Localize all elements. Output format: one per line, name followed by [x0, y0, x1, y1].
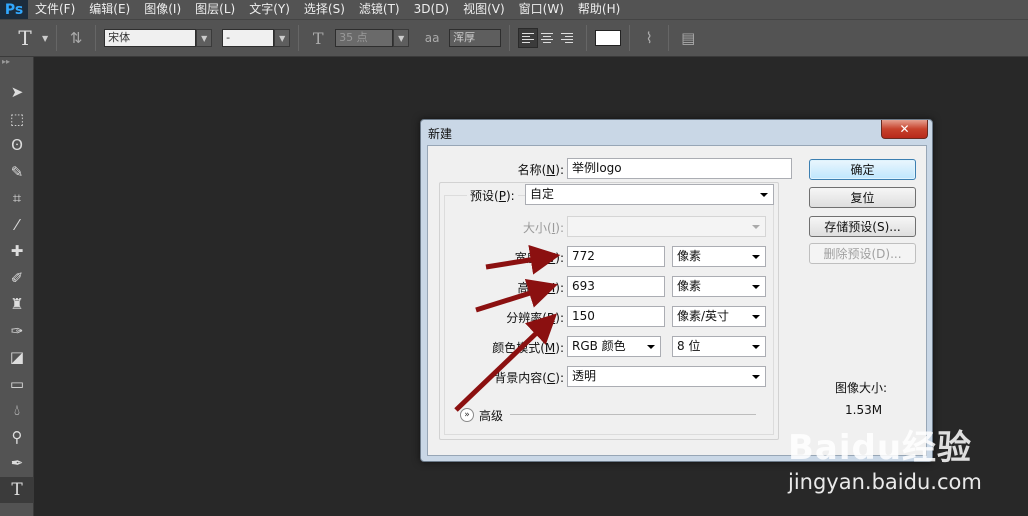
- crop-tool-icon[interactable]: ⌗: [0, 185, 34, 212]
- resolution-unit-select[interactable]: 像素/英寸: [672, 306, 766, 327]
- close-icon: ✕: [899, 122, 910, 136]
- advanced-divider: [510, 414, 756, 415]
- image-size-label: 图像大小:: [835, 381, 888, 395]
- reset-button[interactable]: 复位: [809, 187, 916, 208]
- menu-file[interactable]: 文件(F): [28, 0, 82, 19]
- menu-image[interactable]: 图像(I): [137, 0, 188, 19]
- eyedropper-tool-icon[interactable]: ⁄: [0, 212, 34, 239]
- menu-filter[interactable]: 滤镜(T): [352, 0, 407, 19]
- ok-button[interactable]: 确定: [809, 159, 916, 180]
- width-label: 宽度(W):: [514, 251, 564, 265]
- text-color-swatch[interactable]: [595, 30, 622, 46]
- color-mode-select[interactable]: RGB 颜色: [567, 336, 661, 357]
- align-right-button[interactable]: [558, 28, 578, 48]
- eraser-tool-icon[interactable]: ◪: [0, 344, 34, 371]
- baidu-watermark: Baidu经验 jingyan.baidu.com: [788, 420, 1018, 516]
- antialias-field[interactable]: 浑厚: [449, 29, 502, 47]
- font-size-field[interactable]: 35 点: [335, 29, 394, 47]
- menu-window[interactable]: 窗口(W): [512, 0, 571, 19]
- name-input[interactable]: 举例logo: [567, 158, 792, 179]
- history-brush-tool-icon[interactable]: ✑: [0, 318, 34, 345]
- resolution-label: 分辨率(R):: [506, 311, 564, 325]
- size-select: [567, 216, 766, 237]
- advanced-label: 高级: [479, 409, 504, 423]
- text-orientation-icon[interactable]: ⇅: [65, 29, 87, 47]
- menu-help[interactable]: 帮助(H): [571, 0, 627, 19]
- font-family-field[interactable]: 宋体: [104, 29, 197, 47]
- bit-depth-select[interactable]: 8 位: [672, 336, 766, 357]
- brush-tool-icon[interactable]: ✐: [0, 265, 34, 292]
- panel-grip-icon[interactable]: ▸▸: [0, 57, 33, 79]
- divider: [668, 25, 670, 51]
- background-select[interactable]: 透明: [567, 366, 766, 387]
- divider: [56, 25, 58, 51]
- align-left-button[interactable]: [518, 28, 539, 48]
- pen-tool-icon[interactable]: ✒: [0, 450, 34, 477]
- blur-tool-icon[interactable]: 💧︎: [0, 397, 34, 424]
- font-size-dropdown-icon[interactable]: ▼: [393, 29, 410, 47]
- image-size-value: 1.53M: [845, 403, 883, 417]
- divider: [298, 25, 300, 51]
- font-size-icon: T: [312, 28, 324, 48]
- name-label: 名称(N):: [517, 163, 564, 177]
- resolution-input[interactable]: 150: [567, 306, 665, 327]
- divider: [509, 25, 511, 51]
- gradient-tool-icon[interactable]: ▭: [0, 371, 34, 398]
- menu-edit[interactable]: 编辑(E): [82, 0, 137, 19]
- height-input[interactable]: 693: [567, 276, 665, 297]
- font-style-dropdown-icon[interactable]: ▼: [274, 29, 291, 47]
- antialias-icon: aa: [424, 31, 440, 45]
- size-label: 大小(I):: [523, 221, 564, 235]
- menu-bar: Ps 文件(F) 编辑(E) 图像(I) 图层(L) 文字(Y) 选择(S) 滤…: [0, 0, 1028, 19]
- watermark-logo: Baidu经验: [788, 428, 973, 468]
- dodge-tool-icon[interactable]: ⚲: [0, 424, 34, 451]
- preset-select[interactable]: 自定: [525, 184, 774, 205]
- menu-view[interactable]: 视图(V): [456, 0, 512, 19]
- width-unit-select[interactable]: 像素: [672, 246, 766, 267]
- dialog-body: 名称(N): 举例logo 预设(P): 自定 大小(I): 宽度(W): 77…: [427, 145, 927, 456]
- advanced-toggle-icon[interactable]: »: [460, 408, 474, 422]
- height-label: 高度(H):: [517, 281, 564, 295]
- font-family-dropdown-icon[interactable]: ▼: [196, 29, 213, 47]
- lasso-tool-icon[interactable]: ʘ: [0, 132, 34, 159]
- color-mode-label: 颜色模式(M):: [492, 341, 564, 355]
- preset-label: 预设(P):: [467, 187, 518, 204]
- dialog-title: 新建: [428, 127, 453, 141]
- font-style-field[interactable]: -: [222, 29, 275, 47]
- tools-panel: ▸▸ ➤ ⬚ ʘ ✎ ⌗ ⁄ ✚ ✐ ♜ ✑ ◪ ▭ 💧︎ ⚲ ✒ T: [0, 57, 34, 516]
- menu-select[interactable]: 选择(S): [297, 0, 352, 19]
- delete-preset-button: 删除预设(D)...: [809, 243, 916, 264]
- healing-brush-tool-icon[interactable]: ✚: [0, 238, 34, 265]
- chevron-down-icon[interactable]: ▼: [42, 34, 48, 43]
- height-unit-select[interactable]: 像素: [672, 276, 766, 297]
- type-tool-preset-icon[interactable]: T: [10, 23, 40, 53]
- move-tool-icon[interactable]: ➤: [0, 79, 34, 106]
- width-input[interactable]: 772: [567, 246, 665, 267]
- character-panel-icon[interactable]: ▤: [677, 29, 699, 47]
- dialog-titlebar[interactable]: 新建 ✕: [421, 120, 932, 145]
- watermark-url: jingyan.baidu.com: [788, 470, 982, 494]
- divider: [586, 25, 588, 51]
- menu-type[interactable]: 文字(Y): [242, 0, 297, 19]
- quick-select-tool-icon[interactable]: ✎: [0, 159, 34, 186]
- divider: [629, 25, 631, 51]
- background-label: 背景内容(C):: [494, 371, 564, 385]
- ps-logo: Ps: [0, 0, 28, 19]
- options-bar: T ▼ ⇅ 宋体 ▼ - ▼ T 35 点 ▼ aa 浑厚 ⌇ ▤: [0, 19, 1028, 57]
- menu-3d[interactable]: 3D(D): [407, 0, 456, 19]
- clone-stamp-tool-icon[interactable]: ♜: [0, 291, 34, 318]
- type-tool-icon[interactable]: T: [0, 476, 34, 503]
- divider: [95, 25, 97, 51]
- photoshop-window: Ps 文件(F) 编辑(E) 图像(I) 图层(L) 文字(Y) 选择(S) 滤…: [0, 0, 1028, 516]
- warp-text-icon[interactable]: ⌇: [638, 29, 660, 47]
- marquee-tool-icon[interactable]: ⬚: [0, 106, 34, 133]
- align-center-button[interactable]: [538, 28, 558, 48]
- menu-layer[interactable]: 图层(L): [188, 0, 242, 19]
- save-preset-button[interactable]: 存储预设(S)...: [809, 216, 916, 237]
- close-button[interactable]: ✕: [881, 120, 928, 139]
- new-document-dialog: 新建 ✕ 名称(N): 举例logo 预设(P): 自定 大小(I): 宽度(W…: [420, 119, 933, 462]
